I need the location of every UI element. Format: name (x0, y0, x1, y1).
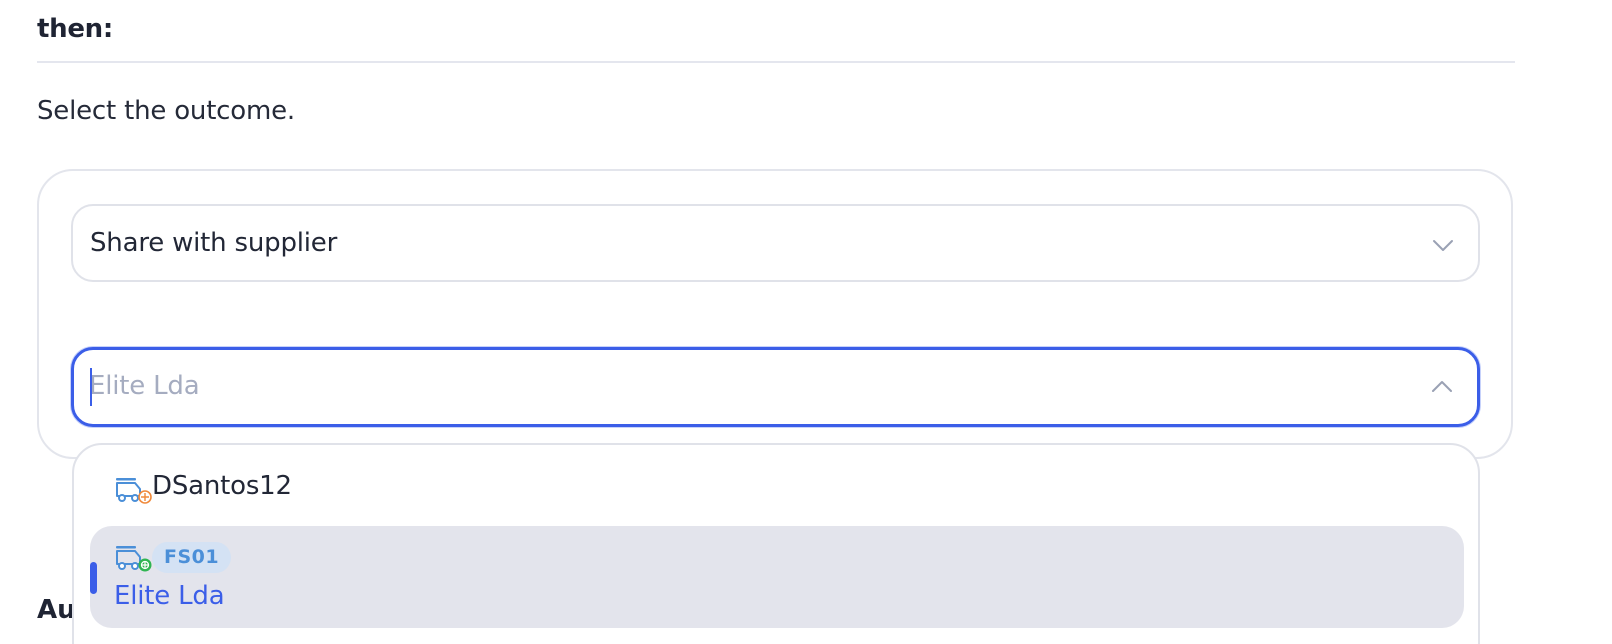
option-label: Elite Lda (114, 581, 225, 611)
section-divider (37, 61, 1515, 63)
supplier-dropdown-list: DSantos12 FS01 Elite Lda (72, 443, 1480, 644)
next-section-heading: Au (37, 595, 76, 625)
supplier-search-input[interactable] (89, 364, 1389, 408)
chevron-up-icon[interactable] (1429, 374, 1455, 400)
section-heading: then: (37, 14, 113, 44)
section-description: Select the outcome. (37, 96, 295, 126)
selected-indicator (90, 562, 97, 594)
option-dsantos12[interactable]: DSantos12 (90, 459, 1464, 519)
chevron-down-icon (1433, 240, 1453, 251)
text-cursor (90, 368, 92, 406)
option-label: DSantos12 (152, 471, 292, 501)
supplier-combobox[interactable] (71, 347, 1480, 427)
supplier-code-badge: FS01 (152, 542, 232, 573)
outcome-select[interactable]: Share with supplier (71, 204, 1480, 282)
supplier-truck-icon (116, 478, 152, 504)
option-elite-lda[interactable]: FS01 Elite Lda (90, 526, 1464, 628)
outcome-select-value: Share with supplier (90, 228, 338, 258)
supplier-truck-icon (116, 546, 152, 572)
